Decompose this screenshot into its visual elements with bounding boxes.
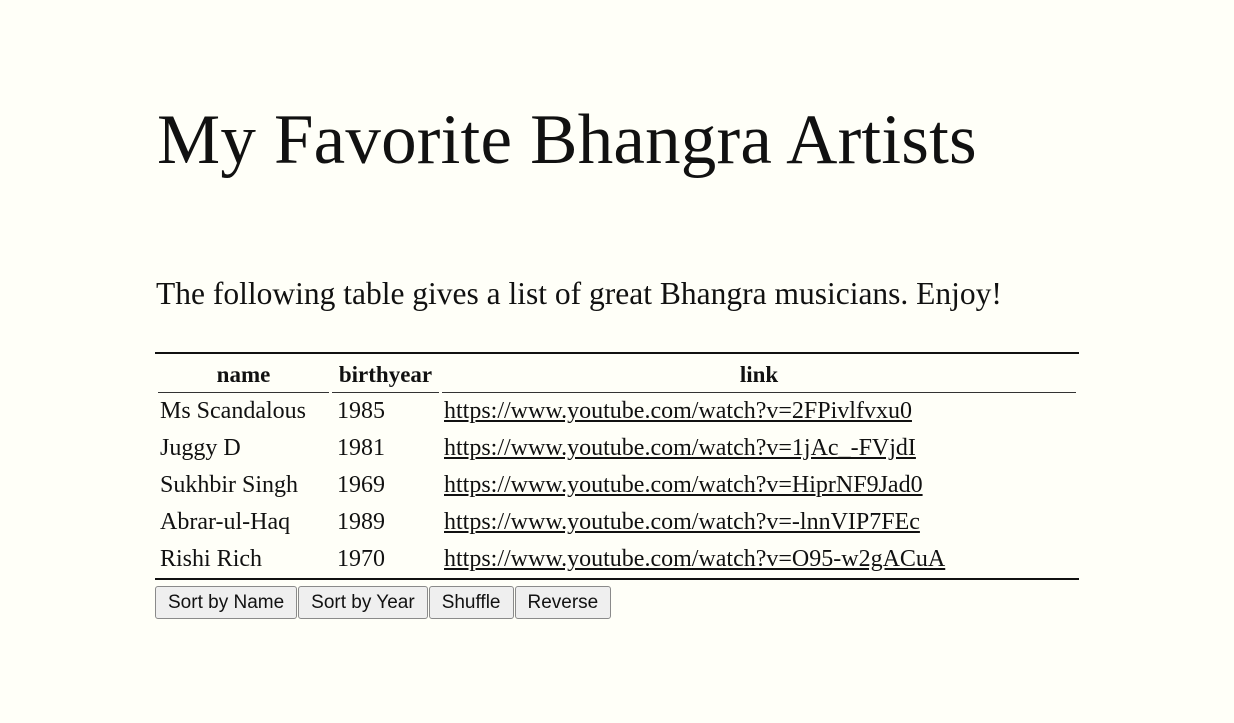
video-link[interactable]: https://www.youtube.com/watch?v=2FPivlfv… (444, 398, 912, 424)
sort-by-name-button[interactable]: Sort by Name (155, 586, 298, 619)
link-cell: https://www.youtube.com/watch?v=1jAc_-FV… (442, 430, 1076, 467)
birthyear-cell: 1981 (337, 435, 385, 461)
video-link[interactable]: https://www.youtube.com/watch?v=-lnnVIP7… (444, 509, 920, 535)
artists-table-container: name birthyear link Ms Scandalous 1985 h… (155, 352, 1079, 580)
video-link[interactable]: https://www.youtube.com/watch?v=O95-w2gA… (444, 546, 945, 572)
link-cell: https://www.youtube.com/watch?v=-lnnVIP7… (442, 504, 1076, 541)
table-row: Abrar-ul-Haq 1989 https://www.youtube.co… (158, 504, 1076, 541)
artist-name-cell: Juggy D (160, 435, 241, 461)
table-header-row: name birthyear link (158, 354, 1076, 393)
reverse-button[interactable]: Reverse (514, 586, 612, 619)
artist-name-cell: Sukhbir Singh (160, 472, 299, 498)
table-row: Ms Scandalous 1985 https://www.youtube.c… (158, 393, 1076, 430)
video-link[interactable]: https://www.youtube.com/watch?v=1jAc_-FV… (444, 435, 916, 461)
birthyear-cell: 1985 (337, 398, 385, 424)
shuffle-button[interactable]: Shuffle (428, 586, 514, 619)
table-row: Sukhbir Singh 1969 https://www.youtube.c… (158, 467, 1076, 504)
link-cell: https://www.youtube.com/watch?v=2FPivlfv… (442, 393, 1076, 430)
link-cell: https://www.youtube.com/watch?v=O95-w2gA… (442, 541, 1076, 578)
column-header-link[interactable]: link (442, 354, 1076, 393)
birthyear-cell: 1970 (337, 546, 385, 572)
table-controls: Sort by Name Sort by Year Shuffle Revers… (155, 586, 612, 619)
intro-text: The following table gives a list of grea… (156, 276, 1002, 311)
artists-table: name birthyear link Ms Scandalous 1985 h… (155, 354, 1079, 578)
birthyear-cell: 1989 (337, 509, 385, 535)
table-row: Rishi Rich 1970 https://www.youtube.com/… (158, 541, 1076, 578)
table-row: Juggy D 1981 https://www.youtube.com/wat… (158, 430, 1076, 467)
video-link[interactable]: https://www.youtube.com/watch?v=HiprNF9J… (444, 472, 923, 498)
birthyear-cell: 1969 (337, 472, 385, 498)
sort-by-year-button[interactable]: Sort by Year (298, 586, 428, 619)
column-header-name[interactable]: name (158, 354, 329, 393)
column-header-birthyear[interactable]: birthyear (332, 354, 439, 393)
artist-name-cell: Rishi Rich (160, 546, 263, 572)
artist-name-cell: Ms Scandalous (160, 398, 306, 424)
artist-name-cell: Abrar-ul-Haq (160, 509, 291, 535)
link-cell: https://www.youtube.com/watch?v=HiprNF9J… (442, 467, 1076, 504)
page-title: My Favorite Bhangra Artists (157, 101, 977, 179)
